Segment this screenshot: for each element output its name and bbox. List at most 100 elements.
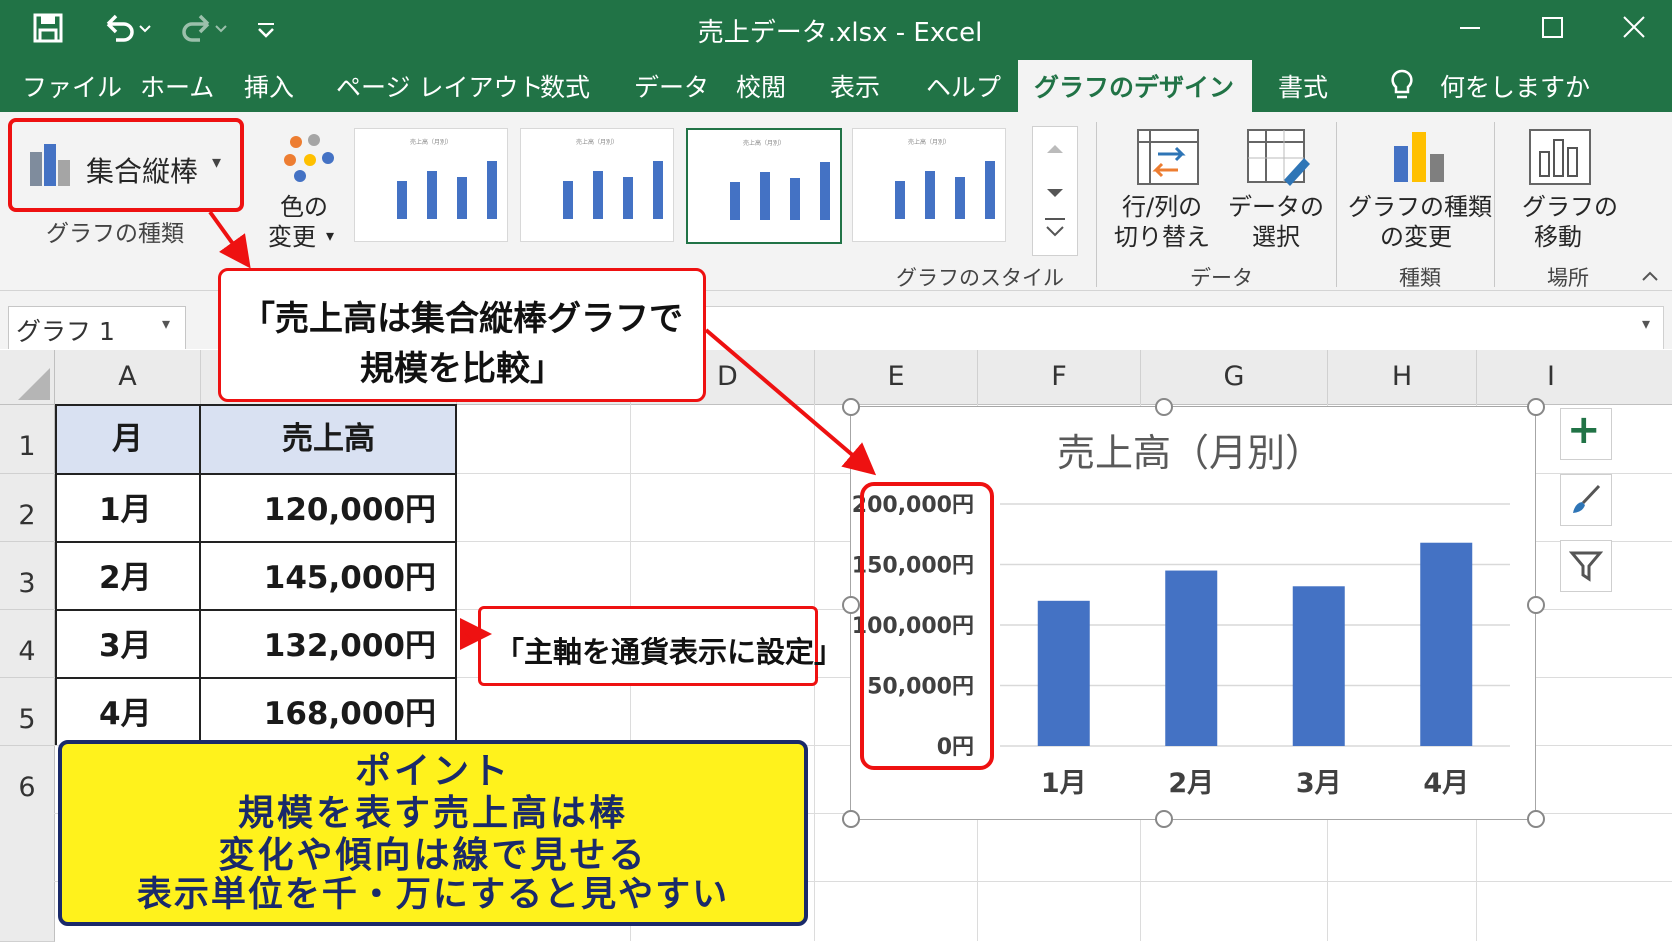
cell-sales[interactable]: 168,000円: [201, 678, 456, 745]
x-tick-label: 1月: [1041, 768, 1087, 799]
switch-row-column-button[interactable]: 行/列の 切り替え: [1114, 128, 1218, 254]
resize-handle[interactable]: [842, 596, 860, 614]
x-tick-label: 4月: [1423, 768, 1469, 799]
chart-style-2[interactable]: 売上高（月別）: [520, 128, 674, 242]
move-chart-icon: [1528, 128, 1592, 190]
column-header-e[interactable]: E: [815, 350, 978, 405]
cell-a1[interactable]: 月: [55, 405, 200, 473]
customize-qat-icon[interactable]: [252, 12, 282, 44]
tab-review[interactable]: 校閲: [736, 68, 786, 104]
tab-view[interactable]: 表示: [830, 68, 880, 104]
resize-handle[interactable]: [1527, 596, 1545, 614]
resize-handle[interactable]: [1155, 810, 1173, 828]
style-gallery-scroll[interactable]: [1032, 126, 1078, 256]
style-thumb-title: 売上高（月別）: [575, 139, 618, 146]
row-header-4[interactable]: 4: [0, 610, 55, 678]
minimize-button[interactable]: [1440, 8, 1500, 48]
resize-handle[interactable]: [1527, 810, 1545, 828]
column-header-a[interactable]: A: [55, 350, 201, 405]
filter-icon: [1568, 549, 1604, 587]
resize-handle[interactable]: [842, 810, 860, 828]
tab-chart-design[interactable]: グラフのデザイン: [1034, 68, 1234, 104]
tab-help[interactable]: ヘルプ: [926, 68, 1001, 104]
switch-row-column-label-2: 切り替え: [1114, 223, 1210, 251]
palette-icon: [278, 130, 338, 194]
cell-sales[interactable]: 132,000円: [201, 610, 456, 677]
column-header-i[interactable]: I: [1477, 350, 1672, 405]
cell-sales[interactable]: 145,000円: [201, 542, 456, 609]
change-colors-button[interactable]: 色の 変更 ▾: [268, 130, 348, 251]
undo-icon[interactable]: [100, 10, 156, 46]
change-chart-type-icon: [1390, 128, 1450, 190]
close-button[interactable]: [1604, 8, 1664, 48]
chevron-down-icon[interactable]: ▾: [162, 314, 170, 333]
tell-me-search[interactable]: 何をしますか: [1440, 68, 1590, 104]
chart-style-4[interactable]: 売上高（月別）: [852, 128, 1006, 242]
tab-page-layout[interactable]: ページ レイアウト: [336, 68, 543, 104]
callout-chart-type: 「売上高は集合縦棒グラフで 規模を比較」: [218, 268, 706, 402]
cell-month[interactable]: 2月: [55, 542, 200, 609]
bar[interactable]: [1292, 586, 1345, 746]
cell-month[interactable]: 4月: [55, 678, 200, 745]
bar[interactable]: [1165, 570, 1218, 746]
callout-chart-line-2: 規模を比較」: [360, 349, 564, 389]
resize-handle[interactable]: [1155, 398, 1173, 416]
row-header-1[interactable]: 1: [0, 405, 55, 474]
switch-row-column-label-1: 行/列の: [1122, 193, 1203, 221]
x-tick-label: 2月: [1168, 768, 1214, 799]
chart-type-group-label: グラフの種類: [46, 221, 184, 247]
chart-style-1[interactable]: 売上高（月別）: [354, 128, 508, 242]
highlight-axis-labels: [860, 482, 994, 770]
chart-elements-button[interactable]: +: [1560, 407, 1612, 460]
window-title: 売上データ.xlsx - Excel: [697, 18, 983, 48]
column-header-h[interactable]: H: [1328, 350, 1477, 405]
data-group-label: データ: [1190, 266, 1253, 290]
column-header-g[interactable]: G: [1141, 350, 1328, 405]
select-data-button[interactable]: データの 選択: [1228, 128, 1328, 254]
maximize-button[interactable]: [1522, 8, 1582, 48]
move-chart-button[interactable]: グラフの 移動: [1510, 128, 1618, 254]
row-header-6[interactable]: 6: [0, 746, 55, 942]
resize-handle[interactable]: [842, 398, 860, 416]
chart-styles-button[interactable]: [1560, 474, 1612, 526]
formula-input[interactable]: [700, 306, 1664, 350]
redo-icon[interactable]: [176, 10, 232, 46]
point-line-3: 表示単位を千・万にすると見やすい: [136, 875, 730, 915]
row-header-3[interactable]: 3: [0, 542, 55, 610]
column-header-f[interactable]: F: [978, 350, 1141, 405]
callout-axis-text: 「主軸を通貨表示に設定」: [495, 635, 844, 669]
brush-icon: [1569, 483, 1603, 521]
bar[interactable]: [1420, 542, 1473, 746]
save-icon[interactable]: [30, 10, 66, 46]
style-thumb-title: 売上高（月別）: [409, 139, 452, 146]
collapse-ribbon-icon[interactable]: [1640, 268, 1660, 287]
highlight-chart-type: [8, 118, 244, 212]
chart-style-3-selected[interactable]: 売上高（月別）: [686, 128, 842, 244]
tab-home[interactable]: ホーム: [140, 68, 214, 104]
lightbulb-icon: [1388, 68, 1416, 106]
cell-month[interactable]: 3月: [55, 610, 200, 677]
tab-insert[interactable]: 挿入: [244, 68, 294, 104]
tab-data[interactable]: データ: [634, 68, 709, 104]
chart-styles-group-label: グラフのスタイル: [896, 266, 1064, 290]
select-data-label-1: データの: [1228, 193, 1324, 221]
change-colors-label-2: 変更: [268, 223, 316, 251]
row-header-2[interactable]: 2: [0, 474, 55, 542]
row-header-5[interactable]: 5: [0, 678, 55, 746]
cell-b1[interactable]: 売上高: [201, 405, 456, 473]
bar[interactable]: [1037, 600, 1090, 746]
cell-sales[interactable]: 120,000円: [201, 474, 456, 541]
select-data-icon: [1246, 128, 1310, 190]
cell-month[interactable]: 1月: [55, 474, 200, 541]
x-tick-label: 3月: [1296, 768, 1342, 799]
resize-handle[interactable]: [1527, 398, 1545, 416]
type-group-label: 種類: [1399, 266, 1441, 290]
tab-file[interactable]: ファイル: [22, 68, 122, 104]
expand-formula-bar-icon[interactable]: ▾: [1642, 314, 1650, 333]
select-all-corner[interactable]: [0, 350, 55, 405]
tab-formulas[interactable]: 数式: [540, 68, 590, 104]
tab-format[interactable]: 書式: [1278, 68, 1328, 104]
chart-filters-button[interactable]: [1560, 540, 1612, 592]
chart-title[interactable]: 売上高（月別）: [1057, 431, 1323, 475]
change-chart-type-button[interactable]: グラフの種類 の変更: [1348, 128, 1492, 254]
